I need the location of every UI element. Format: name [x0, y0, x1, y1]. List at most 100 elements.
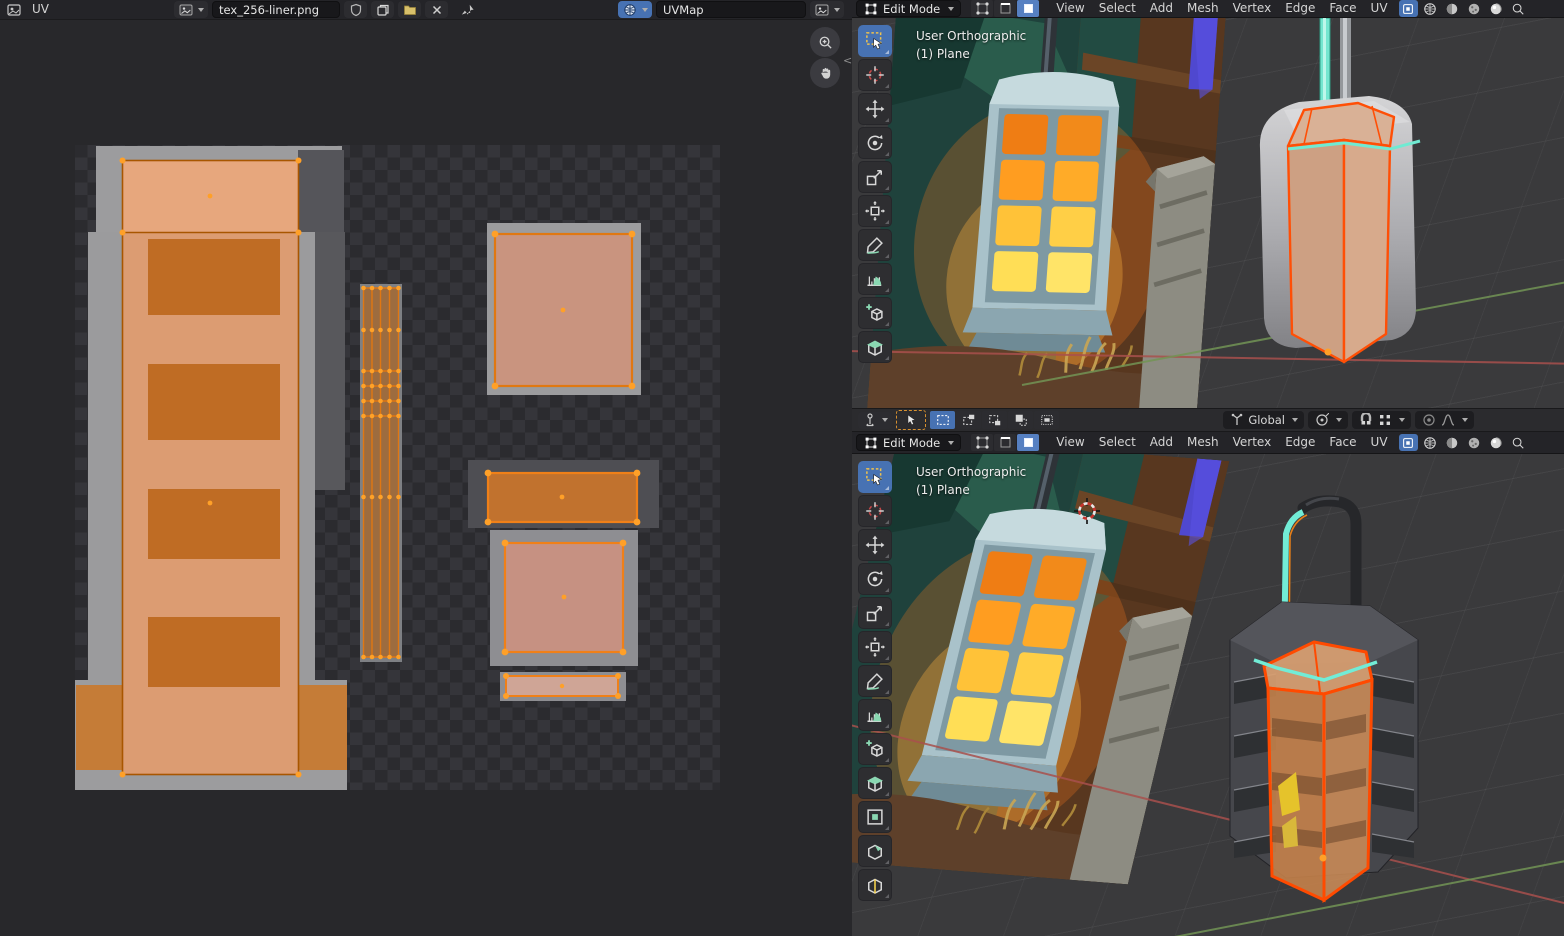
- uv-island-bottom-face[interactable]: [502, 540, 627, 656]
- menu-uv[interactable]: UV: [1364, 434, 1395, 451]
- transform-orientation[interactable]: Global: [1223, 411, 1304, 429]
- mode-selector[interactable]: Edit Mode: [856, 0, 961, 17]
- shading-wireframe-icon[interactable]: [1421, 434, 1440, 451]
- pan-button[interactable]: [810, 58, 840, 88]
- vertex-select-button[interactable]: [971, 434, 993, 451]
- uv-island-strip[interactable]: [361, 286, 401, 660]
- editor-type-icon[interactable]: [6, 2, 21, 17]
- add-cube-tool[interactable]: [858, 297, 892, 329]
- duplicate-image-button[interactable]: [371, 1, 394, 18]
- menu-select[interactable]: Select: [1092, 0, 1143, 17]
- annotate-tool[interactable]: [858, 665, 892, 697]
- rotate-tool[interactable]: [858, 127, 892, 159]
- extrude-region-tool[interactable]: [858, 331, 892, 363]
- annotate-tool[interactable]: [858, 229, 892, 261]
- menu-edge[interactable]: Edge: [1278, 0, 1322, 17]
- pan-hand-icon: [818, 66, 833, 81]
- image-display-button[interactable]: [810, 1, 844, 18]
- rotate-tool[interactable]: [858, 563, 892, 595]
- uvmap-badge-button[interactable]: [618, 1, 652, 18]
- active-tool-selector[interactable]: [858, 412, 892, 429]
- menu-edge[interactable]: Edge: [1278, 434, 1322, 451]
- measure-tool[interactable]: [858, 699, 892, 731]
- xray-toggle-icon[interactable]: [1399, 0, 1418, 17]
- measure-tool[interactable]: [858, 263, 892, 295]
- pin-icon[interactable]: [460, 2, 475, 17]
- select-extend-button[interactable]: [956, 411, 981, 429]
- cursor-tool[interactable]: [858, 495, 892, 527]
- bevel-tool[interactable]: [858, 835, 892, 867]
- edge-select-button[interactable]: [994, 434, 1016, 451]
- menu-uv[interactable]: UV: [1364, 0, 1395, 17]
- mode-selector[interactable]: Edit Mode: [856, 434, 961, 451]
- select-subtract-button[interactable]: [982, 411, 1007, 429]
- viewport-bottom[interactable]: User Orthographic (1) Plane: [852, 454, 1564, 936]
- proportional-editing[interactable]: [1415, 411, 1474, 429]
- select-invert-button[interactable]: [1008, 411, 1033, 429]
- lantern-model-cage[interactable]: [1220, 490, 1440, 936]
- search-icon[interactable]: [1509, 434, 1528, 451]
- uv-canvas[interactable]: <: [0, 20, 852, 936]
- menu-face[interactable]: Face: [1322, 0, 1363, 17]
- add-cube-tool[interactable]: [858, 733, 892, 765]
- select-box-tool[interactable]: [858, 461, 892, 493]
- select-intersect-button[interactable]: [1034, 411, 1059, 429]
- uv-island-rect[interactable]: [485, 470, 641, 526]
- image-browse-button[interactable]: [174, 1, 208, 18]
- uvmap-field[interactable]: UVMap: [656, 1, 806, 18]
- menu-face[interactable]: Face: [1322, 434, 1363, 451]
- vertex-select-button[interactable]: [971, 0, 993, 17]
- reference-image-plane[interactable]: [867, 18, 1226, 408]
- face-select-button[interactable]: [1017, 434, 1039, 451]
- loop-cut-tool[interactable]: [858, 869, 892, 901]
- scale-tool[interactable]: [858, 597, 892, 629]
- snapping[interactable]: [1352, 411, 1411, 429]
- move-tool[interactable]: [858, 529, 892, 561]
- extrude-region-tool[interactable]: [858, 767, 892, 799]
- shading-solid-icon[interactable]: [1443, 434, 1462, 451]
- uv-editor-header: UV tex_256-liner.png UVMap: [0, 0, 852, 20]
- cursor-tool[interactable]: [858, 59, 892, 91]
- inset-faces-tool[interactable]: [858, 801, 892, 833]
- move-tool[interactable]: [858, 93, 892, 125]
- uv-island-top-face[interactable]: [492, 231, 636, 390]
- shading-solid-icon[interactable]: [1443, 0, 1462, 17]
- menu-add[interactable]: Add: [1143, 0, 1180, 17]
- shading-rendered-icon[interactable]: [1487, 0, 1506, 17]
- face-select-button[interactable]: [1017, 0, 1039, 17]
- collapse-arrow-icon[interactable]: <: [843, 54, 852, 67]
- transform-tool[interactable]: [858, 631, 892, 663]
- shading-material-icon[interactable]: [1465, 434, 1484, 451]
- uv-island-bar[interactable]: [503, 673, 621, 699]
- viewport-top[interactable]: User Orthographic (1) Plane: [852, 18, 1564, 408]
- shading-wireframe-icon[interactable]: [1421, 0, 1440, 17]
- menu-select[interactable]: Select: [1092, 434, 1143, 451]
- menu-mesh[interactable]: Mesh: [1180, 434, 1226, 451]
- menu-view[interactable]: View: [1049, 0, 1091, 17]
- menu-vertex[interactable]: Vertex: [1226, 0, 1279, 17]
- edge-select-button[interactable]: [994, 0, 1016, 17]
- select-box-tool[interactable]: [858, 25, 892, 57]
- lantern-model-solid[interactable]: [1224, 18, 1434, 390]
- xray-toggle-icon[interactable]: [1399, 434, 1418, 451]
- unlink-image-button[interactable]: [425, 1, 448, 18]
- zoom-in-button[interactable]: [810, 27, 840, 57]
- fake-user-button[interactable]: [344, 1, 367, 18]
- chevron-down-icon: [948, 441, 954, 445]
- menu-vertex[interactable]: Vertex: [1226, 434, 1279, 451]
- search-icon[interactable]: [1509, 0, 1528, 17]
- select-set-button[interactable]: [930, 411, 955, 429]
- active-tool-indicator[interactable]: [896, 410, 926, 430]
- shading-material-icon[interactable]: [1465, 0, 1484, 17]
- scale-tool[interactable]: [858, 161, 892, 193]
- uv-menu[interactable]: UV: [25, 1, 56, 18]
- menu-add[interactable]: Add: [1143, 434, 1180, 451]
- menu-mesh[interactable]: Mesh: [1180, 0, 1226, 17]
- pivot-point[interactable]: [1308, 411, 1348, 429]
- menu-view[interactable]: View: [1049, 434, 1091, 451]
- open-image-button[interactable]: [398, 1, 421, 18]
- transform-tool[interactable]: [858, 195, 892, 227]
- uv-island-body[interactable]: [76, 158, 347, 778]
- shading-rendered-icon[interactable]: [1487, 434, 1506, 451]
- image-name-field[interactable]: tex_256-liner.png: [212, 1, 340, 18]
